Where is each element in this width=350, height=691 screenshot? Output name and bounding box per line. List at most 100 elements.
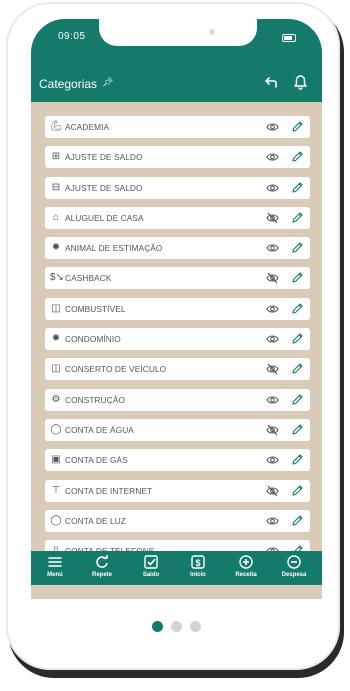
dumbbell-icon: 💪︎ bbox=[50, 121, 63, 132]
fuel-pump-icon: ◫ bbox=[51, 302, 61, 314]
edit-icon[interactable] bbox=[291, 423, 303, 436]
back-icon[interactable] bbox=[263, 75, 279, 91]
nav-item-receita[interactable]: Receita bbox=[222, 554, 270, 578]
category-row[interactable]: ⊟ AJUSTE DE SALDO bbox=[45, 176, 310, 199]
edit-icon[interactable] bbox=[291, 181, 303, 194]
lightbulb-icon: ◯ bbox=[50, 514, 62, 526]
page-indicator bbox=[152, 621, 206, 633]
cashback-icon: $↘ bbox=[50, 272, 64, 284]
category-row[interactable]: ◫ CONSERTO DE VEÍCULO bbox=[45, 358, 310, 381]
minus-circle-icon bbox=[287, 555, 301, 569]
edit-icon[interactable] bbox=[291, 362, 303, 375]
eye-icon[interactable] bbox=[266, 515, 279, 527]
category-label: ACADEMIA bbox=[65, 122, 110, 132]
minus-box-icon: ⊟ bbox=[51, 181, 61, 193]
category-row[interactable]: ⌂ ALUGUEL DE CASA bbox=[45, 206, 310, 229]
edit-icon[interactable] bbox=[291, 514, 303, 527]
router-icon: ⊤ bbox=[51, 484, 61, 496]
edit-icon[interactable] bbox=[291, 241, 303, 254]
eye-off-icon[interactable] bbox=[266, 212, 279, 224]
category-label: CONTA DE LUZ bbox=[65, 515, 126, 526]
category-label: CONDOMÍNIO bbox=[65, 334, 121, 345]
worker-icon: ⚙ bbox=[51, 393, 61, 405]
category-row[interactable]: ✹ ANIMAL DE ESTIMAÇÃO bbox=[45, 237, 310, 260]
edit-icon[interactable] bbox=[291, 271, 303, 284]
category-label: CONTA DE ÁGUA bbox=[65, 424, 134, 435]
category-row[interactable]: ◯ CONTA DE ÁGUA bbox=[45, 418, 310, 441]
category-label: ANIMAL DE ESTIMAÇÃO bbox=[65, 243, 163, 254]
pin-icon[interactable]: 📌︎ bbox=[102, 77, 113, 88]
edit-icon[interactable] bbox=[291, 211, 303, 224]
nav-item-inicio[interactable]: $ Inicio bbox=[174, 554, 222, 578]
category-label: CONSERTO DE VEÍCULO bbox=[65, 364, 167, 375]
category-row[interactable]: $↘ CASHBACK bbox=[45, 267, 310, 290]
edit-icon[interactable] bbox=[291, 150, 303, 163]
edit-icon[interactable] bbox=[291, 332, 303, 345]
page-dot[interactable] bbox=[171, 621, 182, 632]
nav-item-repete[interactable]: Repete bbox=[78, 554, 126, 578]
status-bar: 09:05 bbox=[31, 19, 322, 65]
edit-icon[interactable] bbox=[291, 453, 303, 466]
category-row[interactable]: ⊞ AJUSTE DE SALDO bbox=[45, 146, 310, 169]
eye-icon[interactable] bbox=[266, 454, 279, 466]
eye-icon[interactable] bbox=[266, 121, 279, 133]
category-label: ALUGUEL DE CASA bbox=[65, 212, 144, 223]
edit-icon[interactable] bbox=[291, 302, 303, 315]
nav-item-despesa[interactable]: Despesa bbox=[270, 554, 318, 578]
menu-icon bbox=[48, 557, 62, 567]
eye-icon[interactable] bbox=[266, 151, 279, 163]
nav-item-saldo[interactable]: Saldo bbox=[127, 554, 175, 578]
nav-label: Despesa bbox=[281, 572, 307, 578]
battery-icon bbox=[282, 34, 296, 42]
category-label: CASHBACK bbox=[65, 273, 112, 284]
edit-icon[interactable] bbox=[291, 484, 303, 497]
page-title: Categorias bbox=[39, 77, 98, 91]
house-icon: ⌂ bbox=[52, 211, 60, 223]
category-row[interactable]: ✹ CONDOMÍNIO bbox=[45, 328, 310, 351]
nav-label: Menú bbox=[47, 572, 63, 578]
category-row[interactable]: ◫ COMBUSTÍVEL bbox=[45, 297, 310, 320]
category-label: COMBUSTÍVEL bbox=[65, 303, 126, 314]
bell-icon[interactable] bbox=[293, 74, 308, 90]
category-row[interactable]: ◯ CONTA DE LUZ bbox=[45, 509, 310, 532]
page-dot[interactable] bbox=[190, 621, 201, 632]
nav-label: Repete bbox=[91, 572, 112, 578]
building-icon: ✹ bbox=[51, 333, 61, 345]
nav-label: Inicio bbox=[190, 572, 206, 578]
category-row[interactable]: 💪︎ ACADEMIA bbox=[45, 116, 310, 138]
eye-icon[interactable] bbox=[266, 242, 279, 254]
bottom-navigation: Menú Repete Saldo $ Inicio Receita Despesa bbox=[31, 551, 322, 585]
eye-off-icon[interactable] bbox=[266, 272, 279, 284]
eye-icon[interactable] bbox=[266, 394, 279, 406]
category-label: CONSTRUÇÃO bbox=[65, 394, 126, 405]
gas-cylinder-icon: ▣ bbox=[51, 454, 61, 466]
status-time: 09:05 bbox=[58, 31, 86, 42]
page-dot[interactable] bbox=[152, 621, 163, 632]
phone-frame: 09:05 Categorias 📌︎ 💪︎ ACADEMIA ⊞ AJUSTE DE… bbox=[6, 2, 340, 670]
check-box-icon bbox=[144, 555, 158, 569]
category-row[interactable]: ▣ CONTA DE GÁS bbox=[45, 449, 310, 472]
eye-icon[interactable] bbox=[266, 182, 279, 194]
edit-icon[interactable] bbox=[291, 120, 303, 133]
plus-box-icon: ⊞ bbox=[51, 151, 61, 163]
category-label: AJUSTE DE SALDO bbox=[65, 182, 143, 193]
category-label: AJUSTE DE SALDO bbox=[65, 152, 143, 163]
category-label: CONTA DE GÁS bbox=[65, 455, 128, 466]
edit-icon[interactable] bbox=[291, 393, 303, 406]
category-label: CONTA DE INTERNET bbox=[65, 485, 153, 496]
category-row[interactable]: ⊤ CONTA DE INTERNET bbox=[45, 479, 310, 502]
plus-circle-icon bbox=[239, 555, 253, 569]
app-bar: Categorias 📌︎ bbox=[31, 65, 322, 102]
eye-icon[interactable] bbox=[266, 333, 279, 345]
nav-item-menu[interactable]: Menú bbox=[31, 554, 79, 578]
nav-label: Receita bbox=[235, 572, 257, 578]
category-list: 💪︎ ACADEMIA ⊞ AJUSTE DE SALDO ⊟ AJUSTE DE SAL… bbox=[45, 116, 310, 570]
eye-icon[interactable] bbox=[266, 303, 279, 315]
nav-label: Saldo bbox=[142, 572, 160, 578]
app-screen: 09:05 Categorias 📌︎ 💪︎ ACADEMIA ⊞ AJUSTE DE… bbox=[31, 19, 322, 599]
category-row[interactable]: ⚙ CONSTRUÇÃO bbox=[45, 388, 310, 411]
eye-off-icon[interactable] bbox=[266, 363, 279, 375]
eye-off-icon[interactable] bbox=[266, 424, 279, 436]
notch bbox=[99, 19, 257, 46]
eye-off-icon[interactable] bbox=[266, 485, 279, 497]
